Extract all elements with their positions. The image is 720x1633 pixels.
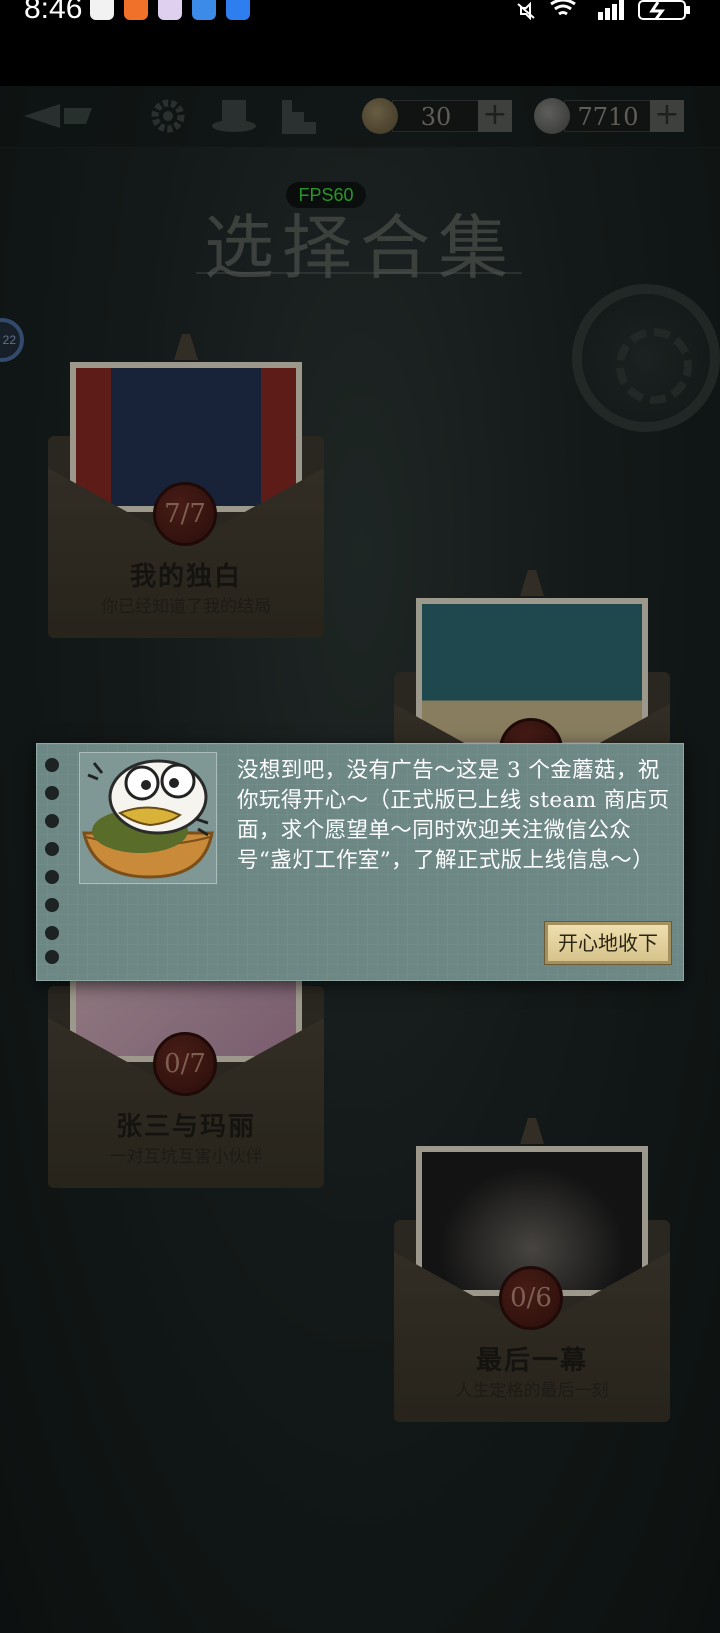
quill-pen-icon[interactable] [20, 96, 96, 136]
collection-subtitle: 人生定格的最后一刻 [455, 1381, 609, 1401]
coin-value: 7710 [577, 103, 639, 131]
gold-mushroom-value: 30 [420, 103, 452, 131]
collection-subtitle: 你已经知道了我的结局 [101, 597, 271, 617]
mute-icon [517, 1, 535, 20]
collection-title: 张三与玛丽 [115, 1112, 256, 1142]
hat-icon[interactable] [210, 96, 258, 136]
telegram-icon [192, 0, 216, 20]
dialog-message: 没想到吧，没有广告～这是 3 个金蘑菇，祝你玩得开心～（正式版已上线 steam… [237, 758, 670, 873]
title-underline [196, 272, 522, 274]
taobao-icon [124, 0, 148, 20]
gear-icon[interactable] [148, 96, 188, 136]
gold-mushroom-counter: 30 + [362, 98, 514, 134]
coin-icon [534, 98, 570, 134]
status-time: 8:46 [24, 0, 83, 25]
collection-title: 最后一幕 [475, 1346, 588, 1376]
side-float-bubble[interactable]: 22 [0, 318, 24, 362]
qq-icon [90, 0, 114, 20]
magnifier-icon[interactable] [572, 284, 720, 432]
wifi-icon [550, 0, 576, 16]
coin-counter: 7710 + [534, 98, 686, 134]
top-bar: 30 + 7710 + [0, 86, 720, 148]
mushroom-mascot-icon [79, 752, 217, 884]
progress-seal: 0/7 [153, 1032, 217, 1096]
stairs-icon[interactable] [280, 96, 318, 136]
page-title: 选择合集 [204, 207, 516, 289]
add-coins-button[interactable]: + [650, 100, 684, 132]
battery-charging-icon [638, 0, 690, 20]
collection-title: 我的独白 [129, 562, 242, 592]
reward-dialog: 没想到吧，没有广告～这是 3 个金蘑菇，祝你玩得开心～（正式版已上线 steam… [36, 743, 684, 981]
progress-seal: 0/6 [499, 1266, 563, 1330]
collection-card-final-act[interactable]: 0/6 最后一幕 人生定格的最后一刻 [394, 1118, 670, 1422]
status-bar: 8:46 [0, 0, 720, 86]
fps-badge: FPS60 [286, 182, 366, 208]
accept-reward-button[interactable]: 开心地收下 [544, 921, 672, 965]
gallery-icon [158, 0, 182, 20]
add-gold-mushroom-button[interactable]: + [478, 100, 512, 132]
progress-seal: 7/7 [153, 482, 217, 546]
mushroom-coin-icon [362, 98, 398, 134]
collection-subtitle: 一对互坑互害小伙伴 [109, 1147, 263, 1167]
collection-card-my-monologue[interactable]: 7/7 我的独白 你已经知道了我的结局 [48, 334, 324, 638]
browser-icon [226, 0, 250, 20]
signal-icon [598, 0, 624, 20]
